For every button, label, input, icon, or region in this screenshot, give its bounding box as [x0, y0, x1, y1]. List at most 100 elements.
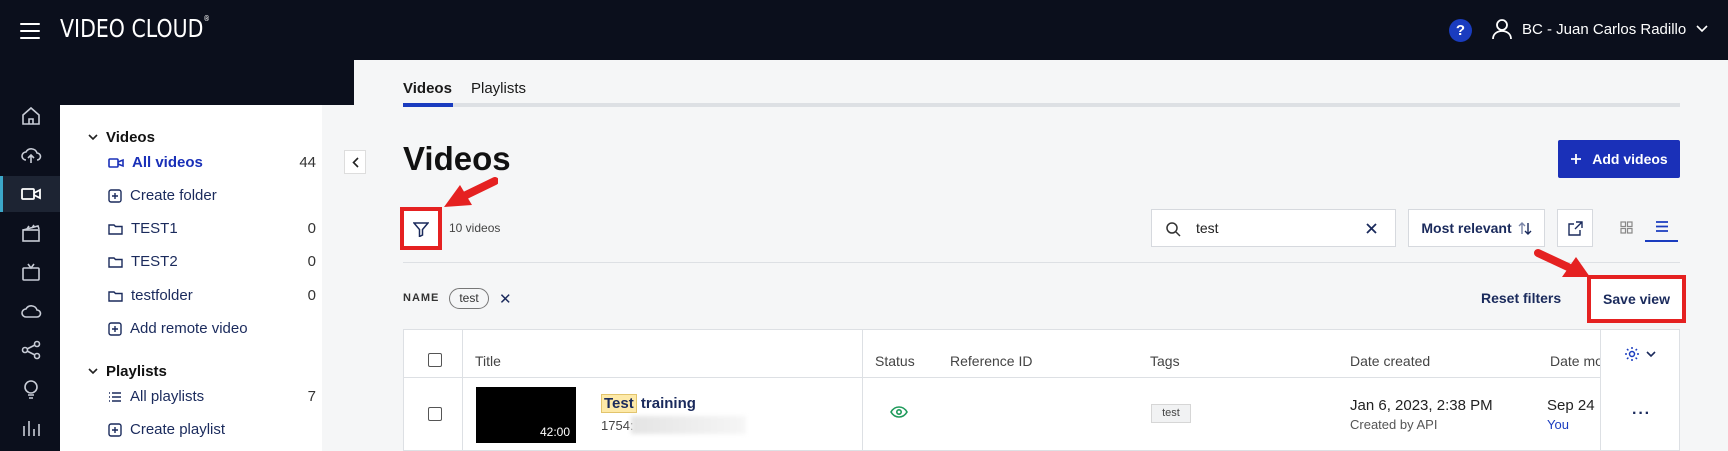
help-button[interactable]: ? — [1449, 19, 1472, 42]
grid-icon — [1619, 220, 1633, 234]
top-bar: VIDEO CLOUD® ? BC - Juan Carlos Radillo — [0, 0, 1728, 60]
folder-icon — [108, 290, 123, 302]
video-title-link[interactable]: Test training — [601, 394, 696, 413]
hamburger-menu-icon[interactable] — [20, 23, 40, 39]
user-menu[interactable]: BC - Juan Carlos Radillo — [1492, 18, 1708, 40]
folder-label: TEST1 — [131, 220, 178, 237]
home-icon[interactable] — [20, 105, 42, 127]
cloud-icon[interactable] — [20, 300, 42, 322]
title-rest: training — [640, 395, 696, 412]
video-camera-icon[interactable] — [20, 183, 42, 205]
sort-arrows-icon — [1518, 221, 1532, 235]
column-header-title[interactable]: Title — [475, 353, 501, 369]
folder-item[interactable]: TEST1 0 — [108, 220, 316, 237]
create-playlist-link[interactable]: Create playlist — [108, 421, 225, 438]
select-all-checkbox[interactable] — [428, 353, 442, 367]
title-highlight: Test — [601, 394, 637, 413]
page-title: Videos — [403, 140, 511, 177]
folder-label: All videos — [132, 154, 203, 171]
user-name: BC - Juan Carlos Radillo — [1522, 20, 1687, 38]
folder-item[interactable]: TEST2 0 — [108, 253, 316, 270]
chevron-down-icon — [88, 368, 98, 375]
annotation-box-save-view — [1587, 275, 1686, 323]
toolbar-divider — [403, 262, 1680, 263]
filter-name-label: NAME — [403, 292, 440, 304]
folder-icon — [108, 223, 123, 235]
folder-count: 0 — [307, 253, 316, 270]
row-checkbox[interactable] — [428, 407, 442, 421]
sort-dropdown[interactable]: Most relevant — [1408, 209, 1545, 247]
all-playlists-link[interactable]: All playlists 7 — [108, 388, 316, 405]
video-duration: 42:00 — [539, 425, 570, 439]
chevron-down-icon — [88, 134, 98, 141]
tv-icon[interactable] — [20, 261, 42, 283]
redacted-id — [631, 416, 746, 434]
remove-filter-icon[interactable]: ✕ — [499, 290, 512, 308]
playlist-count: 7 — [307, 388, 316, 405]
brand-mark: ® — [203, 14, 210, 23]
column-header-reference-id[interactable]: Reference ID — [950, 353, 1032, 369]
filter-chip: test — [449, 288, 489, 309]
share-icon[interactable] — [20, 339, 42, 361]
tag-chip[interactable]: test — [1151, 404, 1191, 423]
chevron-left-icon — [351, 156, 359, 168]
videos-section-header[interactable]: Videos — [88, 129, 155, 146]
reset-filters-button[interactable]: Reset filters — [1481, 290, 1561, 306]
export-icon — [1567, 220, 1583, 236]
clapper-icon[interactable] — [20, 222, 42, 244]
folder-label: testfolder — [131, 287, 193, 304]
folder-icon — [108, 256, 123, 268]
tab-videos[interactable]: Videos — [403, 80, 452, 97]
created-by: Created by API — [1350, 417, 1438, 432]
row-actions-menu[interactable]: ··· — [1632, 405, 1651, 423]
icon-rail — [0, 60, 60, 451]
date-created: Jan 6, 2023, 2:38 PM — [1350, 397, 1493, 414]
analytics-icon[interactable] — [20, 417, 42, 439]
video-id: 1754: — [601, 418, 634, 433]
header-divider — [404, 377, 1679, 378]
add-remote-label: Add remote video — [130, 320, 248, 337]
column-header-status[interactable]: Status — [875, 353, 915, 369]
playlists-section-label: Playlists — [106, 363, 167, 380]
create-folder-link[interactable]: Create folder — [108, 187, 217, 204]
chevron-down-icon — [1646, 350, 1656, 357]
add-remote-video-link[interactable]: Add remote video — [108, 320, 248, 337]
column-divider — [862, 330, 863, 450]
tab-playlists[interactable]: Playlists — [471, 80, 526, 97]
list-view-toggle[interactable] — [1645, 212, 1678, 242]
create-playlist-label: Create playlist — [130, 421, 226, 438]
annotation-arrow-icon — [1534, 249, 1590, 277]
search-input[interactable]: test — [1151, 209, 1396, 247]
active-tab-indicator — [403, 103, 453, 107]
playlists-section-header[interactable]: Playlists — [88, 363, 167, 380]
user-icon — [1492, 19, 1512, 40]
column-header-date-created[interactable]: Date created — [1350, 353, 1430, 369]
video-thumbnail[interactable]: 42:00 — [476, 387, 576, 443]
folder-item[interactable]: testfolder 0 — [108, 287, 316, 304]
annotation-arrow-icon — [444, 177, 498, 207]
create-folder-label: Create folder — [130, 187, 217, 204]
date-modified: Sep 24 — [1547, 397, 1595, 414]
folder-all-videos[interactable]: All videos 44 — [108, 154, 316, 171]
lightbulb-icon[interactable] — [20, 378, 42, 400]
add-videos-button[interactable]: Add videos — [1558, 140, 1680, 178]
grid-view-toggle[interactable] — [1612, 212, 1640, 242]
export-button[interactable] — [1557, 209, 1593, 247]
search-value: test — [1196, 220, 1219, 236]
annotation-box-filter — [400, 207, 442, 250]
list-icon — [1655, 220, 1668, 232]
folder-label: TEST2 — [131, 253, 178, 270]
folder-count: 0 — [307, 220, 316, 237]
brand-logo[interactable]: VIDEO CLOUD® — [60, 14, 210, 43]
plus-square-icon — [108, 321, 122, 336]
column-settings-button[interactable] — [1624, 346, 1656, 362]
plus-square-icon — [108, 422, 122, 437]
column-header-date-modified[interactable]: Date mo — [1550, 353, 1603, 369]
clear-search-icon[interactable] — [1366, 223, 1377, 234]
search-icon — [1166, 222, 1181, 237]
video-count: 10 videos — [449, 221, 501, 235]
collapse-panel-button[interactable] — [344, 150, 366, 174]
modified-by-link[interactable]: You — [1547, 417, 1569, 432]
upload-icon[interactable] — [20, 144, 42, 166]
column-header-tags[interactable]: Tags — [1150, 353, 1180, 369]
